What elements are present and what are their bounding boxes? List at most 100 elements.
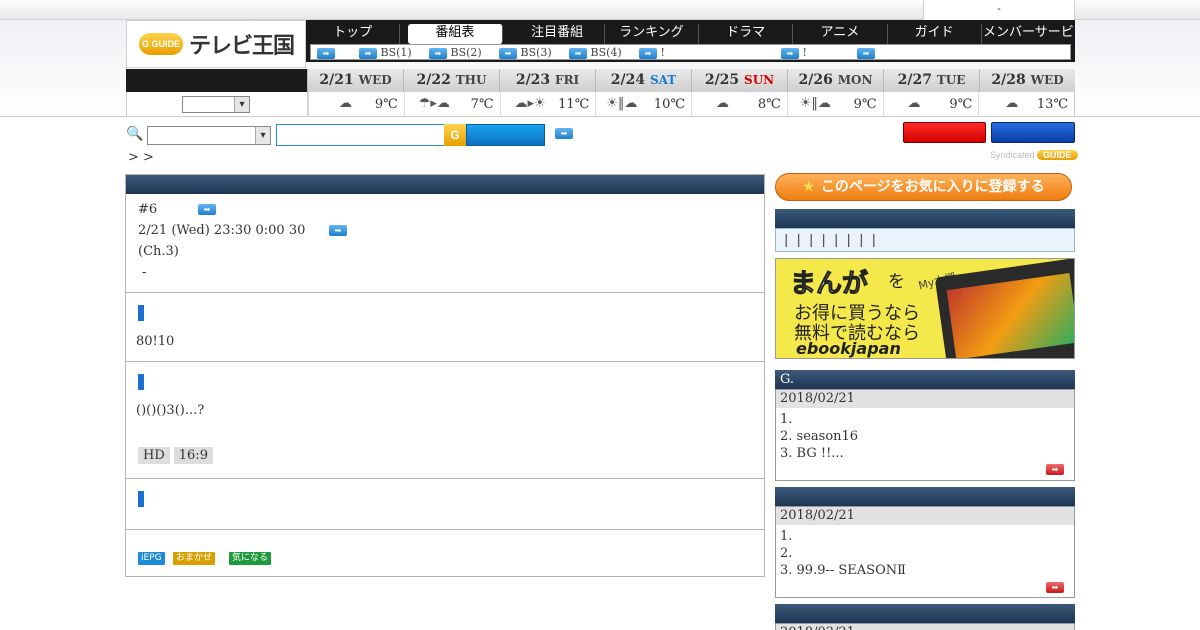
sub-link-bs1[interactable]: ➡ BS(1) [359,46,412,60]
sub-link-bs4[interactable]: ➡ BS(4) [569,46,622,60]
g-guide-badge: G GUIDE [139,33,183,55]
site-title: テレビ王国 [189,34,295,59]
nav-tab-ranking[interactable]: ランキング [605,24,699,44]
sub-link-5[interactable]: ➡ ! [639,46,665,60]
section-text: ()()()3()...? [136,403,205,418]
arrow-right-icon[interactable]: ➡ [329,225,347,236]
arrow-right-icon: ➡ [639,47,657,59]
main-nav: トップ 番組表 注目番組 ランキング ドラマ アニメ ガイド メンバーサービス … [306,20,1075,62]
date-tab[interactable]: 2/25 SUN [691,69,787,92]
program-actions: iEPG おまかせ 気になる [126,529,764,576]
weather-cell: ☁ 9℃ [308,92,404,116]
arrow-right-icon[interactable]: ➡ [198,204,216,215]
search-input[interactable] [276,124,446,146]
program-tags: HD 16:9 [138,447,227,464]
broadcast-datetime: 2/21 (Wed) 23:30 0:00 30 [138,223,306,238]
g-search-badge: G [444,124,466,146]
aspect-tag: 16:9 [173,447,213,464]
date-header-blank [126,69,307,92]
star-icon: ★ [802,179,815,195]
weather-cell: ☂▸☁ 7℃ [403,92,500,116]
search-icon: 🔍 [126,126,144,142]
nav-tab-member[interactable]: メンバーサービス [982,24,1075,58]
arrow-right-icon[interactable]: ➡ [1046,464,1064,475]
ranking-item[interactable]: 3. BG !!... [780,446,844,461]
arrow-right-icon: ➡ [429,47,447,59]
weather-cell: ☁ 9℃ [882,92,979,116]
arrow-right-icon: ➡ [781,47,799,59]
sidebar-link-list[interactable]: | | | | | | | | [775,228,1075,252]
weather-icon: ☁ [1005,96,1019,111]
date-tab[interactable]: 2/27 TUE [883,69,979,92]
blue-button[interactable] [991,122,1075,143]
ranking-item[interactable]: 1. [780,529,792,544]
program-panel-header [126,175,764,194]
ranking-item[interactable]: 3. 99.9-- SEASONⅡ [780,563,906,578]
weather-icon: ☂▸☁ [418,96,450,111]
ranking-item[interactable]: 2. [780,546,792,561]
date-tab[interactable]: 2/26 MON [787,69,883,92]
arrow-right-icon: ➡ [359,47,377,59]
section-marker [138,305,144,321]
breadcrumb[interactable]: > > [128,150,154,165]
weather-cell: ☀‖☁ 10℃ [595,92,691,116]
program-section [126,478,764,529]
sub-link-bs3[interactable]: ➡ BS(3) [499,46,552,60]
ebookjapan-ad-banner[interactable]: まんが を My本棚 お得に買うなら 無料で読むなら ebookjapan [775,258,1075,359]
sub-link-terrestrial[interactable]: ➡ [317,46,335,60]
channel-label: (Ch.3) [138,244,179,259]
site-logo[interactable]: G GUIDE テレビ王国 [126,20,306,68]
red-button[interactable] [903,122,986,143]
ranking-item[interactable]: 2. season16 [780,429,858,444]
kininaru-button[interactable]: 気になる [229,552,272,565]
search-button[interactable] [466,124,545,146]
weather-icon: ☁ [339,96,352,111]
weather-cell: ☁ 8℃ [691,92,787,116]
syndicated-logo: Syndicated GUIDE [990,150,1078,160]
sub-link-6[interactable]: ➡ ! [781,46,807,60]
search-category-select[interactable] [147,126,271,145]
nav-tab-featured[interactable]: 注目番組 [511,24,605,44]
nav-tab-drama[interactable]: ドラマ [699,24,794,44]
weather-row: ☁9℃ ☂▸☁7℃ ☁▸☀11℃ ☀‖☁10℃ ☁8℃ ☀‖☁9℃ ☁9℃ ☁1… [126,92,1075,117]
nav-tab-schedule[interactable]: 番組表 [408,24,503,44]
top-bar: - [0,0,1200,20]
ranking-header: G. [775,370,1075,389]
ranking-date: 2018/02/21 [776,390,1074,408]
date-tab[interactable]: 2/28 WED [979,69,1075,92]
omakase-button[interactable]: おまかせ [173,552,216,565]
ranking-date: 2018/02/21 [776,624,1074,630]
region-select-cell [127,92,308,116]
sub-link-7[interactable]: ➡ [857,46,875,60]
arrow-right-icon[interactable]: ➡ [555,128,573,139]
arrow-right-icon: ➡ [317,47,335,59]
nav-tab-guide[interactable]: ガイド [888,24,982,44]
arrow-right-icon: ➡ [499,47,517,59]
arrow-right-icon[interactable]: ➡ [1046,582,1064,593]
weather-icon: ☀‖☁ [799,96,831,111]
nav-tab-anime[interactable]: アニメ [793,24,888,44]
sub-link-bs2[interactable]: ➡ BS(2) [429,46,482,60]
arrow-right-icon: ➡ [569,47,587,59]
tablet-image [934,259,1074,358]
region-select[interactable] [182,96,250,113]
add-favorite-button[interactable]: ★ このページをお気に入りに登録する [775,173,1072,201]
weather-cell: ☁ 13℃ [978,92,1074,116]
weather-icon: ☁ [716,96,729,111]
program-section: ()()()3()...? HD 16:9 [126,361,764,478]
date-tab[interactable]: 2/22 THU [403,69,499,92]
date-tab[interactable]: 2/23 FRI [499,69,595,92]
iepg-button[interactable]: iEPG [138,552,165,565]
hd-tag: HD [138,447,170,464]
top-bar-user-area[interactable]: - [923,0,1075,20]
ranking-header [775,487,1075,506]
weather-icon: ☀‖☁ [606,96,638,111]
weather-icon: ☁ [907,96,921,111]
weather-icon: ☁▸☀ [514,96,546,111]
date-tab[interactable]: 2/24 SAT [595,69,691,92]
ranking-item[interactable]: 1. [780,412,792,427]
ranking-date: 2018/02/21 [776,507,1074,525]
program-detail-panel: #6 ➡ 2/21 (Wed) 23:30 0:00 30 ➡ (Ch.3) -… [125,174,765,577]
date-tab[interactable]: 2/21 WED [307,69,403,92]
nav-tab-top[interactable]: トップ [306,24,401,44]
